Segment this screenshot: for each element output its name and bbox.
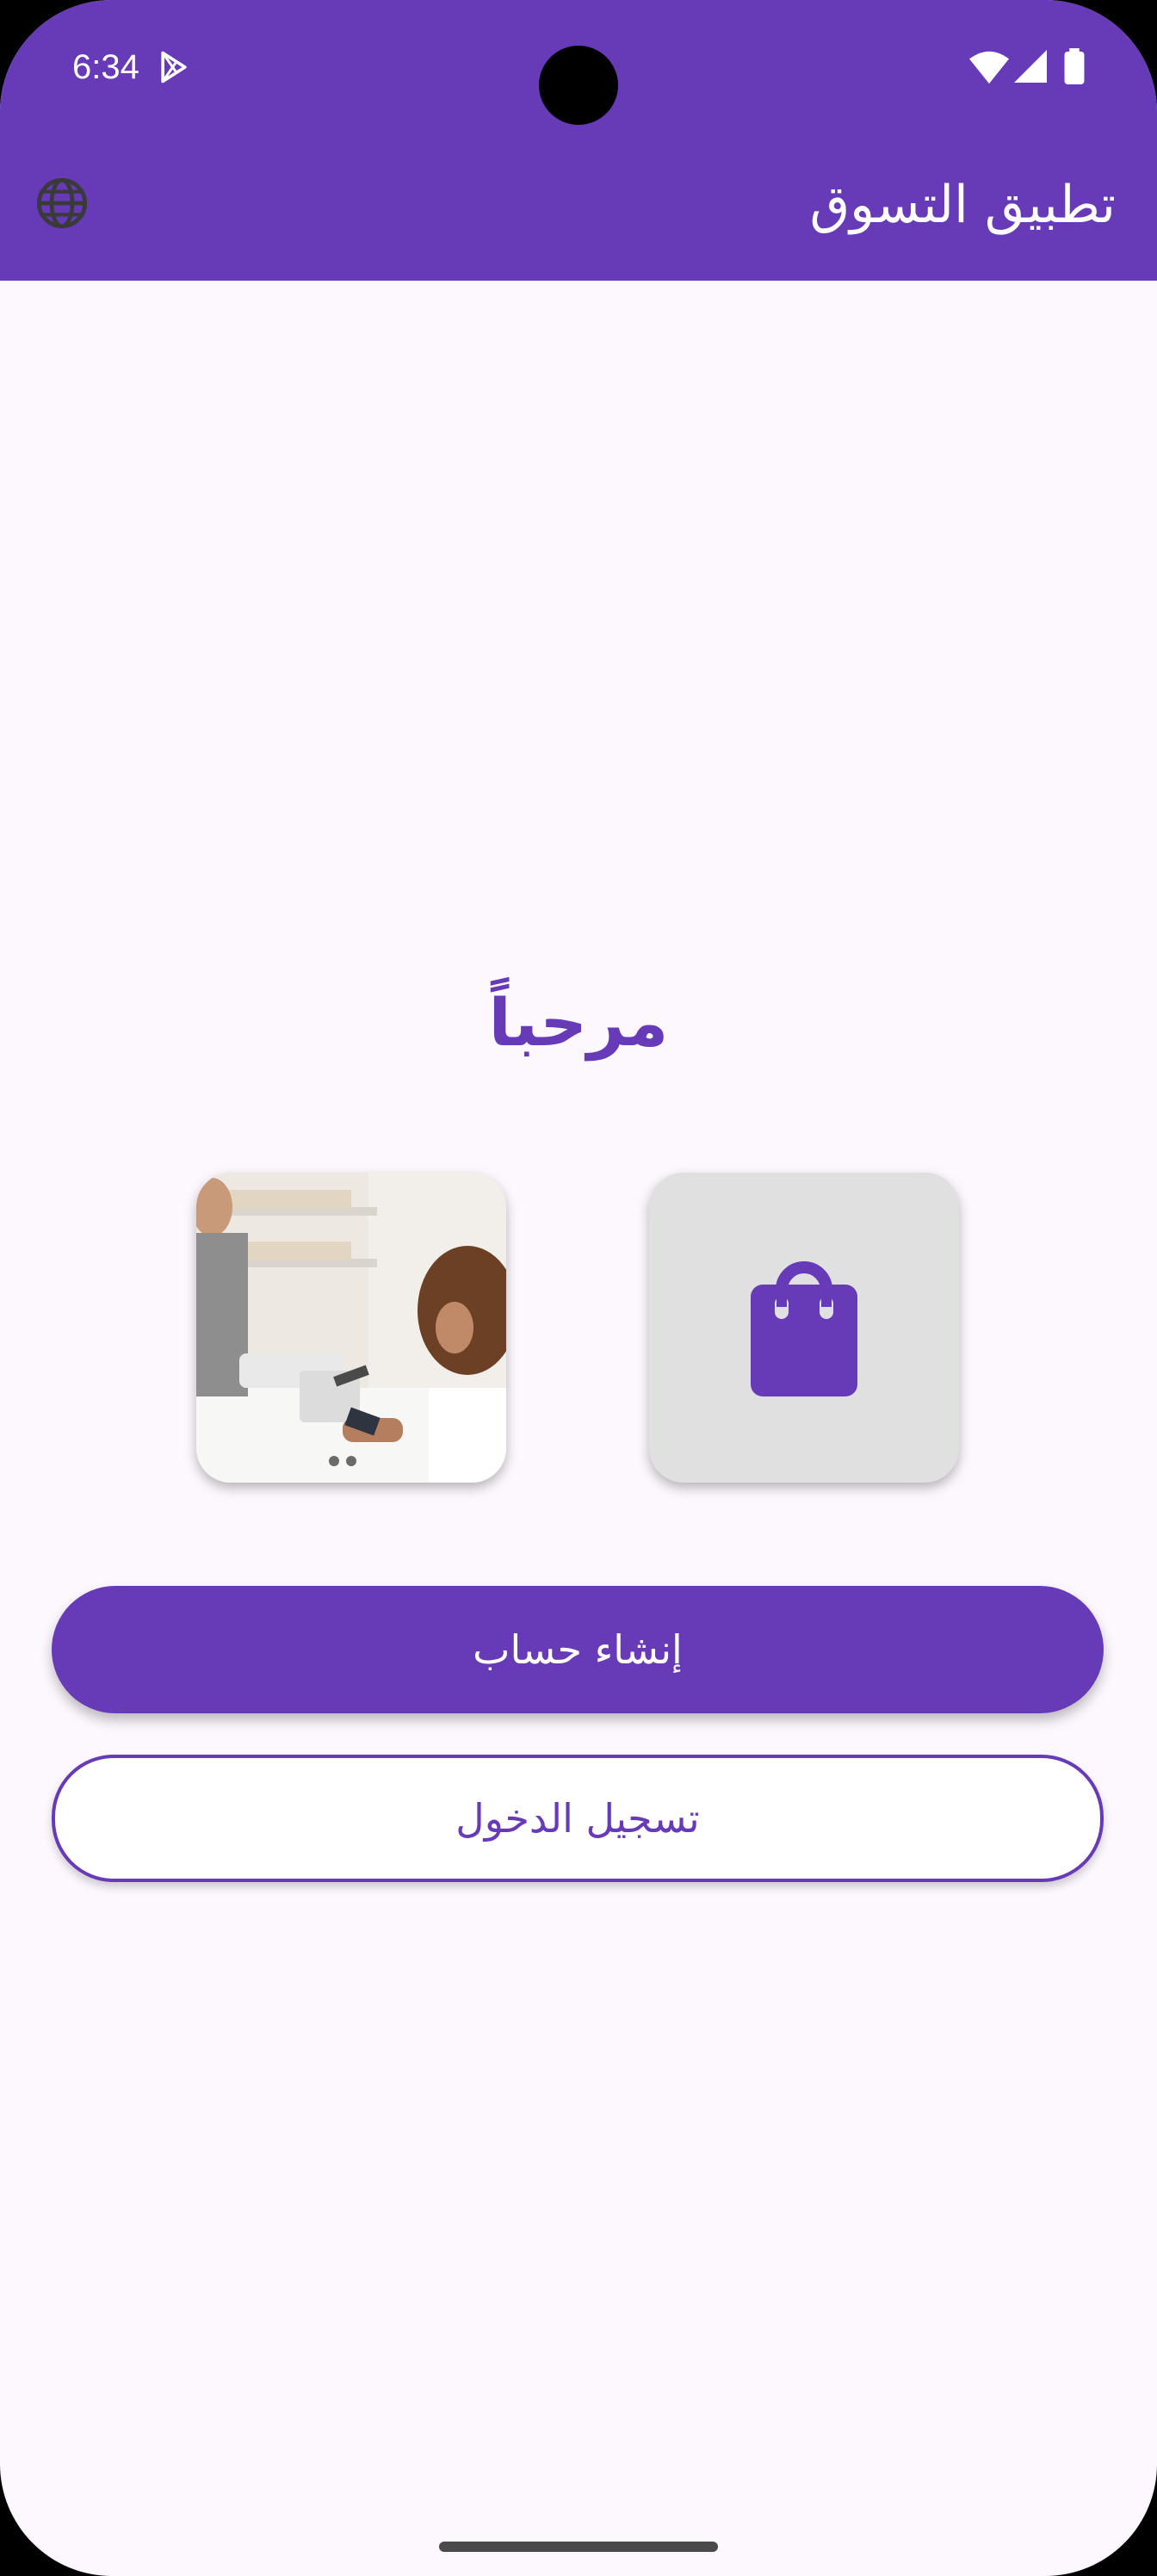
store-checkout-photo xyxy=(196,1173,506,1483)
camera-cutout xyxy=(539,46,618,125)
home-indicator[interactable] xyxy=(439,2542,718,2552)
app-title: تطبيق التسوق xyxy=(809,175,1116,235)
shopping-bag-icon xyxy=(751,1261,857,1396)
globe-icon xyxy=(36,177,88,229)
login-button[interactable]: تسجيل الدخول xyxy=(52,1755,1104,1882)
store-photo-card[interactable] xyxy=(196,1173,506,1483)
welcome-title: مرحباً xyxy=(488,984,669,1061)
signal-icon xyxy=(1014,50,1047,83)
create-account-button[interactable]: إنشاء حساب xyxy=(52,1586,1104,1713)
wifi-icon xyxy=(969,51,1009,84)
battery-icon xyxy=(1064,48,1085,84)
app-screen: 6:34 تطبيق التسوق مرحباً إنشاء حساب تسجي… xyxy=(0,0,1157,2576)
shopping-card[interactable] xyxy=(649,1173,959,1483)
language-button[interactable] xyxy=(29,170,95,236)
play-store-icon xyxy=(161,51,187,84)
status-time: 6:34 xyxy=(72,48,139,86)
